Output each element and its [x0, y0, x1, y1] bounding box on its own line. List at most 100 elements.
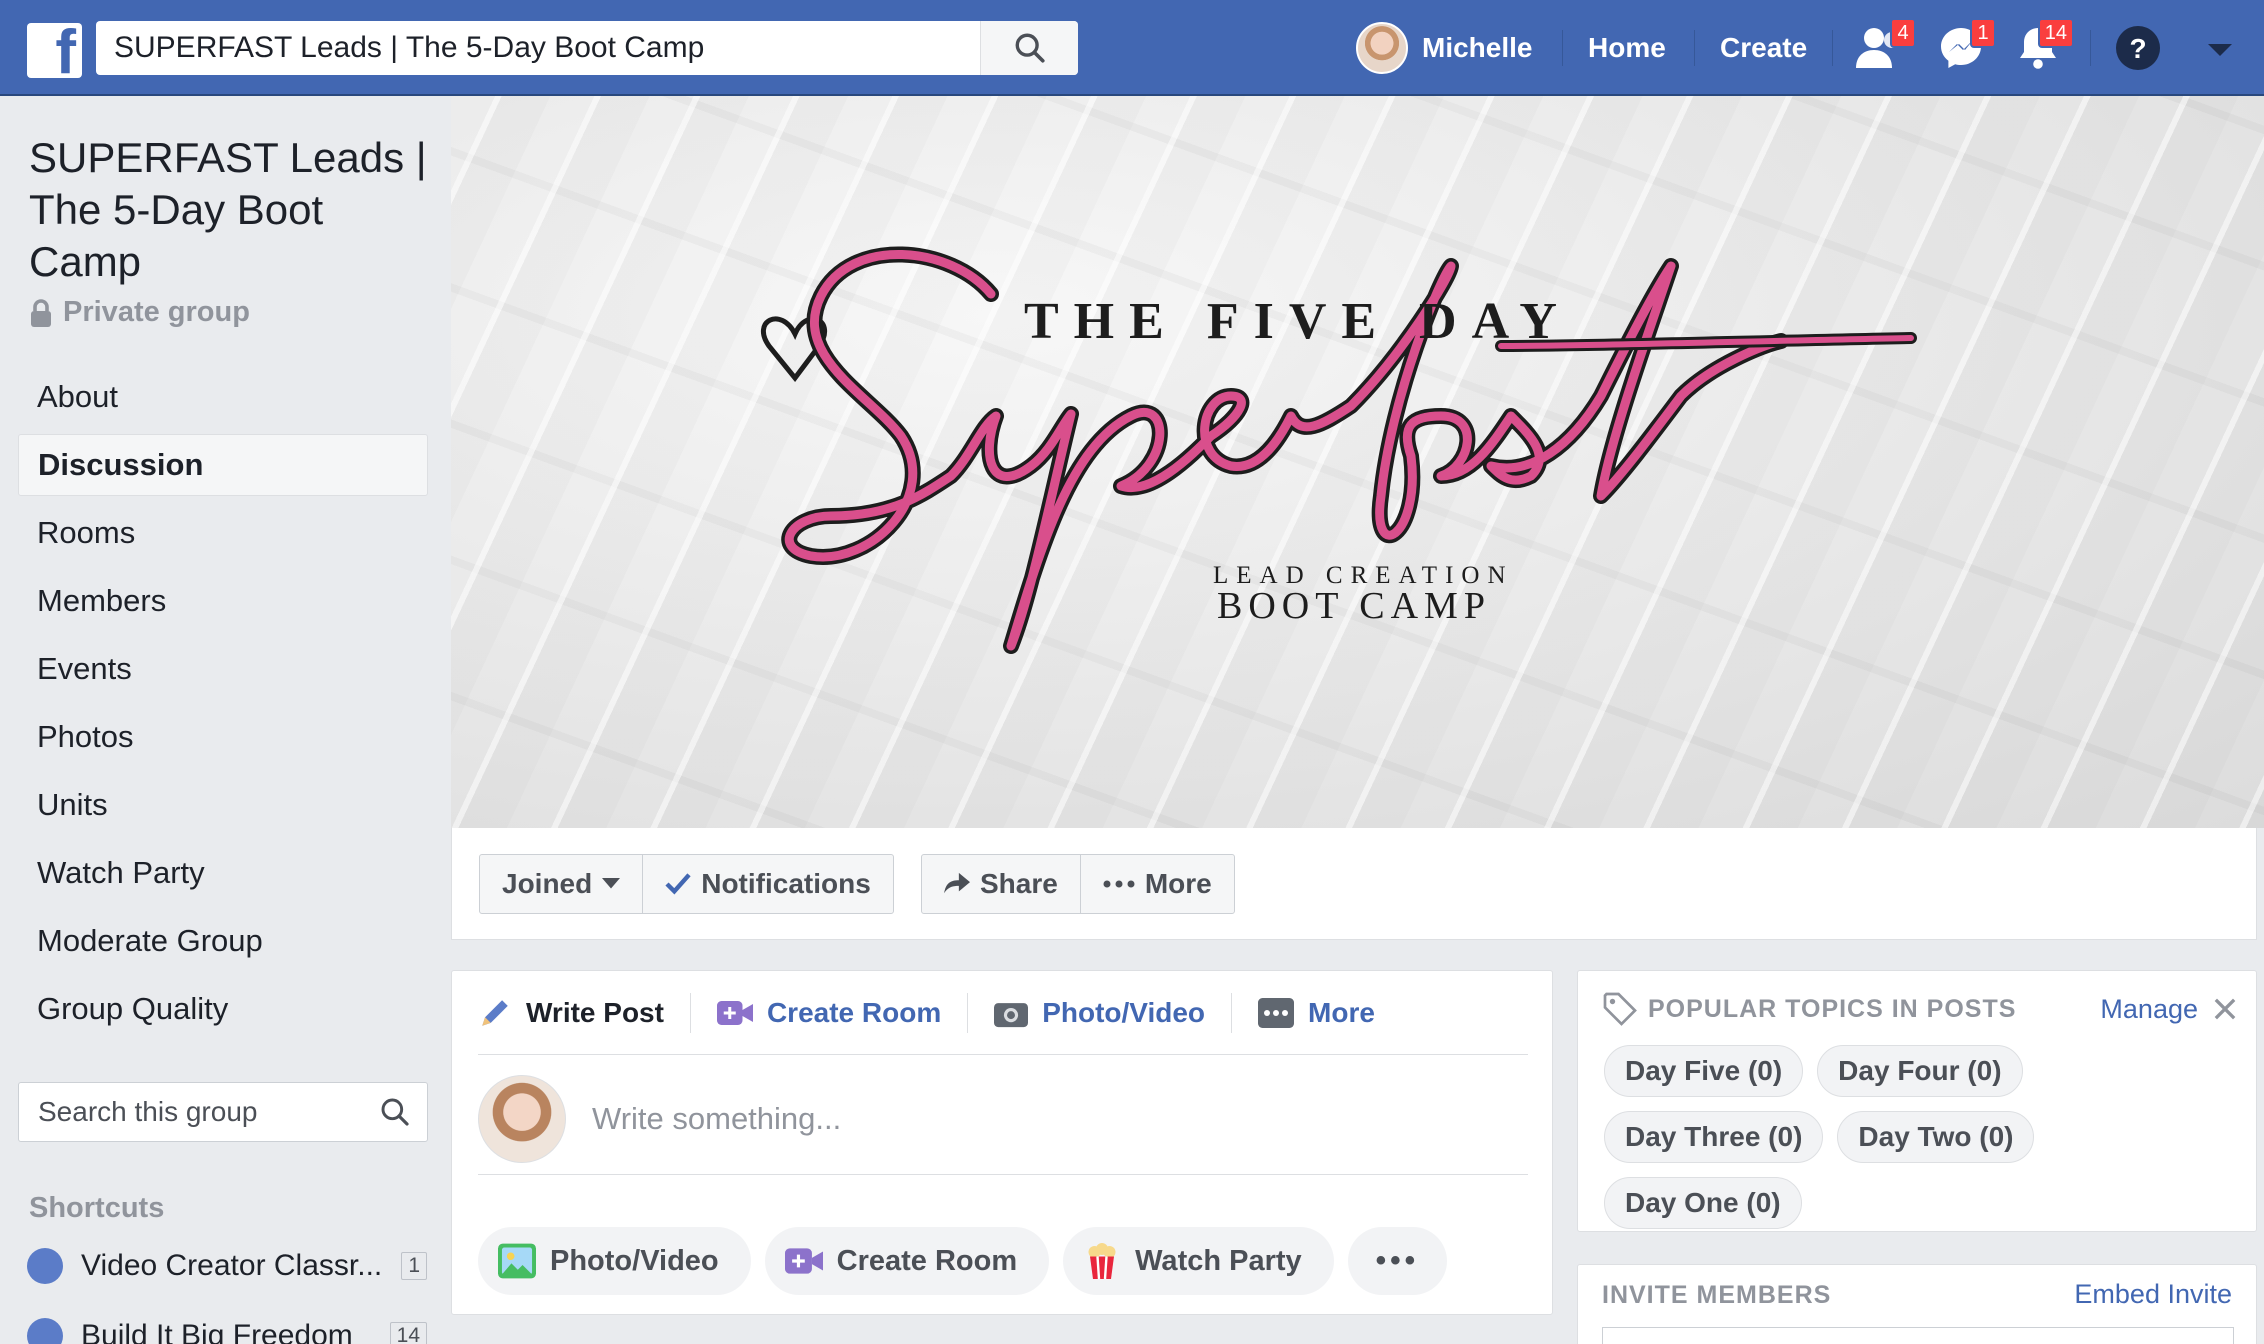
topic-chip[interactable]: Day Three (0) [1604, 1111, 1824, 1163]
profile-link[interactable]: Michelle [1356, 22, 1532, 74]
topics-header: POPULAR TOPICS IN POSTS Manage [1602, 991, 2236, 1027]
create-room-button[interactable]: Create Room [764, 1227, 1050, 1295]
nav-divider [1562, 30, 1563, 66]
topic-chip[interactable]: Day Two (0) [1837, 1111, 2035, 1163]
home-link[interactable]: Home [1588, 32, 1666, 64]
topic-chip[interactable]: Day Four (0) [1817, 1045, 2023, 1097]
group-icon [27, 1318, 63, 1344]
photo-video-button[interactable]: Photo/Video [478, 1227, 751, 1295]
messenger-button[interactable]: 1 [1936, 18, 1996, 72]
topics-manage-area: Manage [2100, 994, 2236, 1025]
notifications-toggle-button[interactable]: Notifications [643, 855, 893, 913]
watch-party-button[interactable]: Watch Party [1063, 1227, 1334, 1295]
more-options-label: ••• [1375, 1244, 1420, 1277]
sidebar-item-members[interactable]: Members [18, 570, 428, 632]
group-cover-photo[interactable]: THE FIVE DAY LEAD CREATION BOOT CAMP [451, 96, 2264, 828]
video-room-icon [716, 1000, 753, 1025]
global-search-input[interactable]: SUPERFAST Leads | The 5-Day Boot Camp [96, 31, 980, 65]
create-link[interactable]: Create [1720, 32, 1807, 64]
cover-script-artwork [760, 246, 1917, 654]
sidebar-item-discussion[interactable]: Discussion [18, 434, 428, 496]
more-options-button[interactable]: ••• [1347, 1227, 1448, 1295]
sidebar-item-units[interactable]: Units [18, 774, 428, 836]
photo-icon [498, 1243, 536, 1279]
video-room-icon [784, 1248, 823, 1274]
search-button[interactable] [980, 21, 1078, 75]
share-arrow-icon [944, 872, 970, 894]
shortcuts-heading: Shortcuts [29, 1192, 165, 1224]
popcorn-icon [1088, 1243, 1116, 1279]
nav-divider [1694, 30, 1695, 66]
create-room-label: Create Room [836, 1244, 1018, 1277]
cover-heading-text: THE FIVE DAY [1024, 293, 1572, 350]
shortcut-count: 14 [389, 1322, 427, 1344]
camera-icon [994, 1002, 1029, 1027]
tab-create-room[interactable]: Create Room [691, 992, 969, 1033]
group-search-input[interactable]: Search this group [18, 1082, 428, 1142]
notifications-button[interactable]: 14 [2014, 18, 2074, 72]
sidebar-item-moderate-group[interactable]: Moderate Group [18, 910, 428, 972]
shortcut-item[interactable]: Build It Big Freedom 14 [27, 1318, 427, 1344]
sidebar-item-watch-party[interactable]: Watch Party [18, 842, 428, 904]
friend-requests-badge: 4 [1890, 18, 1916, 48]
sidebar-item-group-quality[interactable]: Group Quality [18, 978, 428, 1040]
more-dots-icon [1103, 880, 1135, 888]
shortcut-count: 1 [401, 1252, 427, 1280]
topic-chips: Day Five (0) Day Four (0) Day Three (0) … [1604, 1045, 2244, 1229]
embed-invite-link[interactable]: Embed Invite [2074, 1279, 2232, 1310]
joined-label: Joined [502, 868, 593, 899]
topics-title: POPULAR TOPICS IN POSTS [1602, 991, 2016, 1027]
group-privacy: Private group [29, 296, 250, 329]
friend-requests-button[interactable]: 4 [1856, 18, 1916, 72]
sidebar-item-about[interactable]: About [18, 366, 428, 428]
facebook-logo-icon[interactable]: f [27, 23, 82, 78]
global-search-box[interactable]: SUPERFAST Leads | The 5-Day Boot Camp [96, 21, 1078, 75]
tag-icon [1603, 992, 1637, 1026]
sidebar-item-rooms[interactable]: Rooms [18, 502, 428, 564]
joined-button[interactable]: Joined [480, 855, 644, 913]
composer-input-area[interactable]: Write something... [478, 1074, 1528, 1175]
shortcut-item[interactable]: Video Creator Classr... 1 [27, 1248, 427, 1284]
tab-create-room-label: Create Room [766, 996, 942, 1028]
group-title[interactable]: SUPERFAST Leads | The 5-Day Boot Camp [29, 132, 439, 288]
composer-actions: Photo/Video Create Room Watch Party ••• [478, 1227, 1448, 1295]
topics-title-label: POPULAR TOPICS IN POSTS [1648, 994, 2017, 1023]
help-button[interactable]: ? [2114, 24, 2162, 72]
group-navigation: About Discussion Rooms Members Events Ph… [18, 366, 428, 1046]
top-navigation-bar: f SUPERFAST Leads | The 5-Day Boot Camp … [0, 0, 2264, 96]
group-sidebar: SUPERFAST Leads | The 5-Day Boot Camp Pr… [0, 96, 448, 1344]
more-dots-icon [1258, 997, 1295, 1028]
photo-video-label: Photo/Video [550, 1244, 719, 1277]
invite-members-title: INVITE MEMBERS [1602, 1281, 1832, 1309]
account-menu-button[interactable] [2206, 24, 2234, 72]
shortcut-name: Build It Big Freedom [81, 1319, 353, 1344]
invite-members-input[interactable] [1602, 1327, 2234, 1344]
topic-chip[interactable]: Day One (0) [1604, 1177, 1802, 1229]
share-label: Share [980, 868, 1058, 899]
shortcut-name: Video Creator Classr... [81, 1249, 383, 1282]
sidebar-item-photos[interactable]: Photos [18, 706, 428, 768]
user-avatar [478, 1074, 566, 1163]
tab-photo-video[interactable]: Photo/Video [968, 992, 1233, 1033]
nav-divider [1832, 30, 1833, 66]
group-search-placeholder: Search this group [38, 1096, 258, 1127]
invite-members-panel: INVITE MEMBERS Embed Invite [1577, 1264, 2257, 1344]
search-icon[interactable] [379, 1096, 411, 1128]
privacy-label: Private group [63, 296, 250, 328]
nav-divider [2090, 30, 2091, 66]
search-icon [1015, 33, 1045, 63]
topic-chip[interactable]: Day Five (0) [1604, 1045, 1804, 1097]
membership-buttons: Joined Notifications [479, 854, 894, 914]
tab-write-post[interactable]: Write Post [478, 992, 691, 1033]
tab-write-post-label: Write Post [526, 996, 664, 1028]
more-button[interactable]: More [1081, 855, 1234, 913]
post-composer: Write Post Create Room Photo/Video More … [451, 970, 1553, 1315]
user-name-label: Michelle [1422, 32, 1533, 63]
messages-badge: 1 [1970, 18, 1996, 48]
help-icon: ? [2116, 26, 2160, 70]
manage-topics-link[interactable]: Manage [2100, 994, 2198, 1025]
tab-more[interactable]: More [1232, 993, 1401, 1033]
share-button[interactable]: Share [922, 855, 1081, 913]
sidebar-item-events[interactable]: Events [18, 638, 428, 700]
close-icon[interactable] [2214, 998, 2236, 1020]
